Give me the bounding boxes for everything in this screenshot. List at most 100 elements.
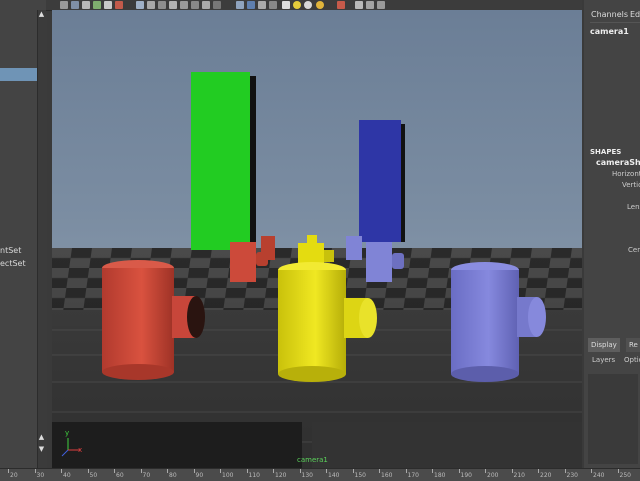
time-tick <box>326 469 327 473</box>
time-slider[interactable]: 20 30 40 50 60 70 80 90 100 110 120 130 140 150 160 170… <box>0 468 640 481</box>
time-tick-label: 40 <box>63 472 71 479</box>
time-tick-label: 110 <box>248 472 260 479</box>
attr-center[interactable]: Cen <box>628 246 640 254</box>
safe-action-icon[interactable] <box>169 1 177 9</box>
lavender-tee-opening <box>528 297 546 337</box>
menu-layers[interactable]: Layers <box>592 356 615 364</box>
isolate-select-icon[interactable] <box>282 1 290 9</box>
wireframe-on-shaded-icon[interactable] <box>213 1 221 9</box>
grid-icon[interactable] <box>104 1 112 9</box>
textured-icon[interactable] <box>236 1 244 9</box>
time-tick <box>299 469 301 473</box>
layer-list[interactable] <box>588 374 638 464</box>
yellow-tee-small-branch <box>324 250 334 262</box>
scroll-down-icon[interactable]: ▼ <box>38 446 45 453</box>
field-chart-icon[interactable] <box>158 1 166 9</box>
time-tick-label: 210 <box>513 472 525 479</box>
smooth-shade-icon[interactable] <box>202 1 210 9</box>
green-box[interactable] <box>191 72 250 250</box>
time-tick <box>193 469 195 473</box>
red-tee-small[interactable] <box>230 242 256 282</box>
outliner-item-set[interactable]: ntSet <box>0 246 37 255</box>
time-tick-label: 190 <box>460 472 472 479</box>
film-gate-icon[interactable] <box>115 1 123 9</box>
time-tick-label: 30 <box>36 472 45 479</box>
red-tee[interactable] <box>102 268 174 372</box>
time-tick <box>34 469 36 473</box>
time-tick <box>379 469 380 473</box>
axis-x-label: x <box>78 446 83 454</box>
tab-channels[interactable]: Channels <box>591 10 628 19</box>
shadows-icon[interactable] <box>258 1 266 9</box>
scroll-up-icon[interactable]: ▲ <box>38 11 45 18</box>
time-tick-label: 80 <box>169 472 177 479</box>
time-tick-label: 170 <box>407 472 419 479</box>
scroll-up-icon[interactable]: ▲ <box>38 434 45 441</box>
time-tick <box>220 469 221 473</box>
axis-y-label: y <box>65 429 70 437</box>
time-tick <box>485 469 486 473</box>
red-tee-opening <box>187 296 205 338</box>
lighting-icon[interactable] <box>247 1 255 9</box>
yellow-tee[interactable] <box>278 270 346 374</box>
display-settings-icon[interactable] <box>377 1 385 9</box>
time-tick <box>87 469 89 473</box>
yellow-tee-small-top <box>307 235 317 245</box>
tab-display[interactable]: Display <box>588 338 620 352</box>
time-tick <box>458 469 460 473</box>
safe-title-icon[interactable] <box>180 1 188 9</box>
bookmark-icon[interactable] <box>82 1 90 9</box>
wireframe-icon[interactable] <box>191 1 199 9</box>
time-tick <box>432 469 433 473</box>
motion-blur-icon[interactable] <box>316 1 324 9</box>
tab-edit[interactable]: Edi <box>630 10 640 19</box>
outliner-scrollbar[interactable] <box>37 10 47 468</box>
depth-of-field-icon[interactable] <box>355 1 363 9</box>
time-tick-label: 250 <box>619 472 631 479</box>
time-tick-label: 50 <box>89 472 98 479</box>
attr-vertical[interactable]: Vertic <box>622 181 640 189</box>
time-tick <box>246 469 248 473</box>
attr-horizontal[interactable]: Horizont <box>612 170 640 178</box>
gamma-icon[interactable] <box>366 1 374 9</box>
time-tick <box>114 469 115 473</box>
lavender-tee[interactable] <box>451 270 519 374</box>
red-tee-tiny[interactable] <box>261 236 275 260</box>
menu-options[interactable]: Optio <box>624 356 640 364</box>
outliner-item-object-set[interactable]: ectSet <box>0 259 37 268</box>
shape-node-name[interactable]: cameraSha <box>596 158 640 167</box>
outliner-selected-row[interactable] <box>0 68 37 81</box>
ambient-occlusion-icon[interactable] <box>304 1 312 9</box>
time-tick <box>617 469 619 473</box>
attr-lens[interactable]: Lens <box>627 203 640 211</box>
default-light-icon[interactable] <box>293 1 301 9</box>
time-tick-label: 200 <box>487 472 499 479</box>
xray-icon[interactable] <box>269 1 277 9</box>
tab-render[interactable]: Re <box>626 338 640 352</box>
lavender-tee-tiny[interactable] <box>346 236 362 260</box>
camera-attributes-icon[interactable] <box>71 1 79 9</box>
shapes-header: SHAPES <box>590 148 622 156</box>
blue-box-side <box>401 124 405 242</box>
camera-name-label: camera1 <box>297 456 328 464</box>
node-name[interactable]: camera1 <box>590 27 629 36</box>
time-tick <box>167 469 168 473</box>
camera-viewport[interactable]: y x camera1 <box>52 10 582 468</box>
scene-render <box>52 72 582 468</box>
outliner-panel: ntSet ectSet ▲ ▲ ▼ <box>0 0 47 480</box>
image-plane-icon[interactable] <box>93 1 101 9</box>
time-tick <box>140 469 142 473</box>
time-tick <box>538 469 539 473</box>
select-camera-icon[interactable] <box>60 1 68 9</box>
lavender-tee-small[interactable] <box>366 242 392 282</box>
time-tick-label: 150 <box>354 472 366 479</box>
time-tick <box>273 469 274 473</box>
blue-box[interactable] <box>359 120 401 242</box>
anti-aliasing-icon[interactable] <box>337 1 345 9</box>
time-tick-label: 100 <box>222 472 234 479</box>
resolution-gate-icon[interactable] <box>136 1 144 9</box>
lavender-tee-small-branch <box>392 253 404 269</box>
gate-mask-icon[interactable] <box>147 1 155 9</box>
layer-editor: Display Re Layers Optio <box>584 330 640 480</box>
time-tick <box>511 469 513 473</box>
